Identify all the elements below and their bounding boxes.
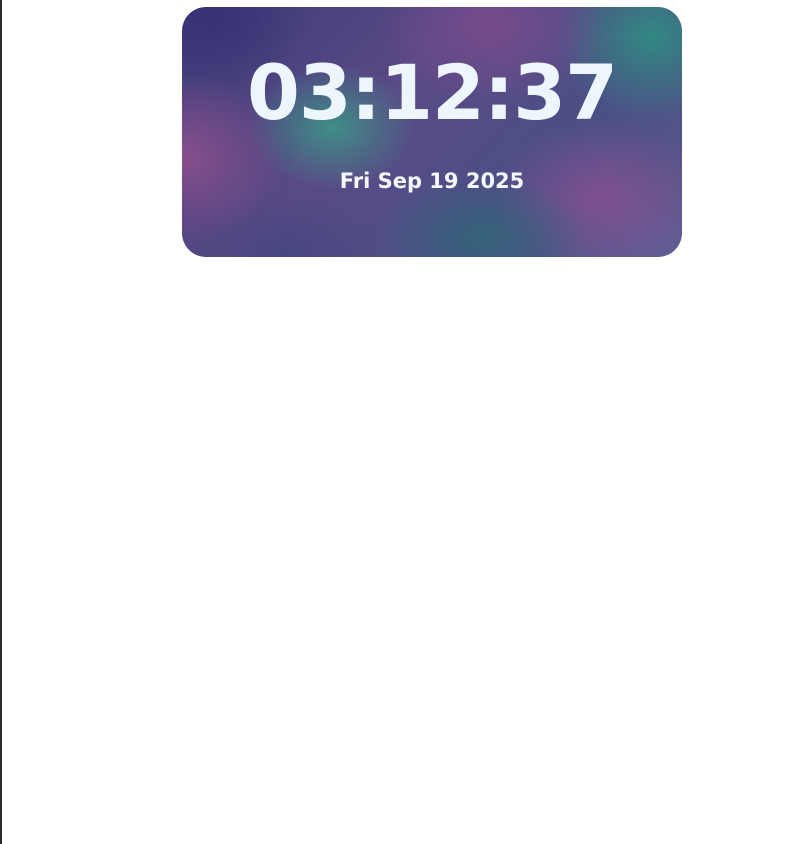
clock-date: Fri Sep 19 2025	[339, 169, 525, 193]
window-left-edge	[0, 0, 2, 844]
clock-card: 03:12:37 Fri Sep 19 2025	[182, 7, 682, 257]
clock-time: 03:12:37	[246, 48, 618, 137]
page: 03:12:37 Fri Sep 19 2025	[0, 0, 793, 844]
